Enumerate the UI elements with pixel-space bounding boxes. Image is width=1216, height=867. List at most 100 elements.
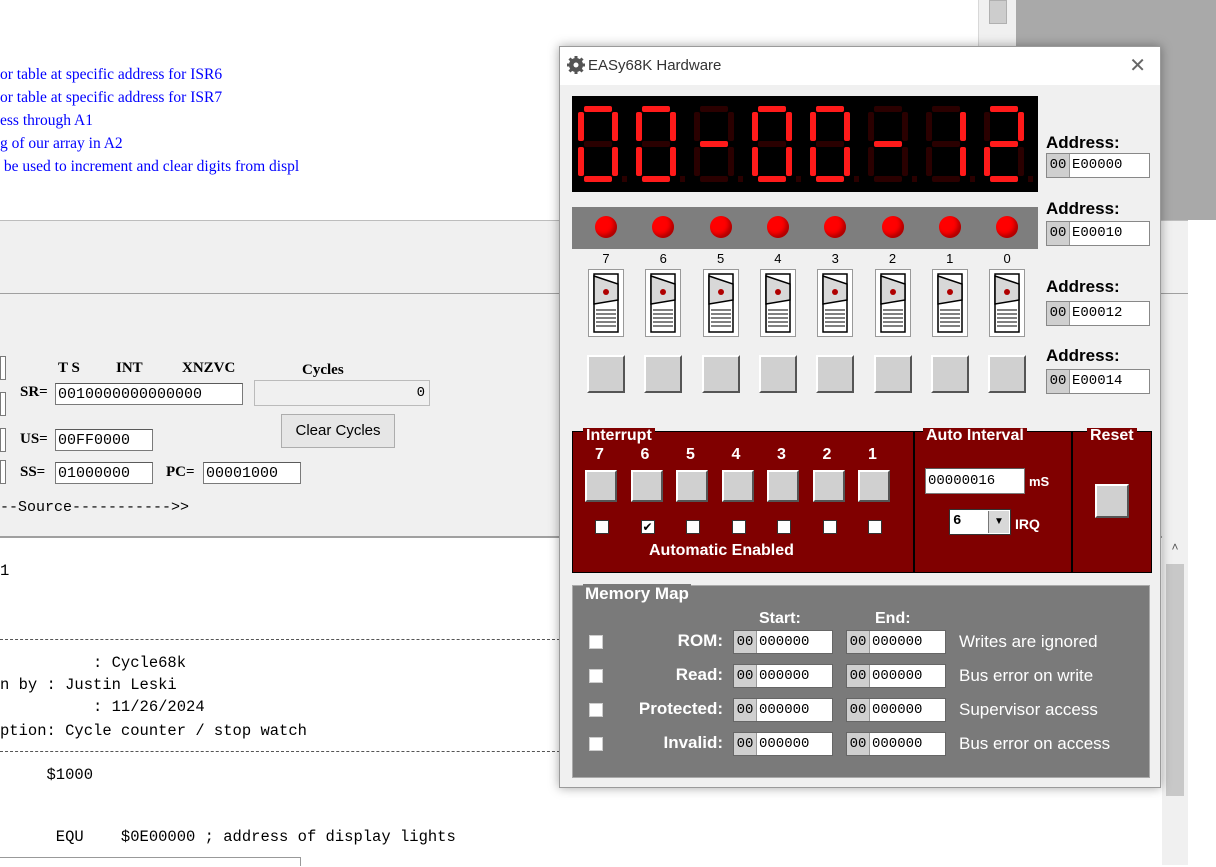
memory-checkbox[interactable] [589,703,603,717]
push-button[interactable] [701,355,740,393]
segment [636,147,642,176]
decimal-point [738,176,743,182]
scrollbar-thumb[interactable] [1166,564,1184,796]
memory-row-label: Read: [675,665,723,684]
interrupt-button[interactable] [676,470,708,502]
register-field[interactable] [0,356,6,380]
irq-select[interactable]: 6 ▼ [949,509,1011,535]
address-lo: 000000 [872,702,923,718]
switch-number: 1 [946,251,954,266]
memory-end-field[interactable]: 00 000000 [846,698,946,722]
interrupt-button[interactable] [630,470,663,502]
address-lo: E00012 [1072,305,1123,321]
segment [984,112,990,141]
interrupt-checkbox[interactable] [868,520,882,534]
push-button[interactable] [816,355,855,393]
interrupt-checkbox[interactable] [731,520,746,534]
switch-icon [879,273,906,333]
chevron-down-icon[interactable]: ▼ [988,511,1009,533]
clear-cycles-button[interactable]: Clear Cycles [281,414,395,448]
interrupt-button[interactable] [812,470,845,502]
memory-checkbox[interactable] [589,635,603,649]
switch-icon [822,273,848,333]
register-field[interactable] [0,428,6,452]
memory-end-field[interactable]: 00 000000 [846,630,946,654]
display-digit [636,106,685,182]
memory-row-label: ROM: [677,631,723,650]
memory-checkbox[interactable] [589,669,603,683]
scrollbar-thumb[interactable] [989,0,1007,24]
us-field[interactable]: 00FF0000 [55,429,153,451]
push-button[interactable] [988,355,1027,393]
sr-field[interactable]: 0010000000000000 [55,383,243,405]
address-lo: E00014 [1072,373,1123,389]
push-button[interactable] [930,355,969,393]
memory-start-field[interactable]: 00 000000 [733,732,833,756]
auto-interval-label: Auto Interval [923,428,1027,444]
interval-field[interactable]: 00000016 [925,468,1025,494]
title-bar[interactable]: EASy68K Hardware ✕ [560,47,1160,85]
separator [0,751,560,752]
address-field-switches[interactable]: 00 E00012 [1046,301,1150,326]
interrupt-checkbox[interactable] [822,520,837,534]
address-field-display[interactable]: 00 E00000 [1046,153,1150,178]
memory-start-field[interactable]: 00 000000 [733,630,833,654]
toggle-switch[interactable] [931,269,968,337]
push-button[interactable] [758,355,797,393]
ss-field[interactable]: 01000000 [55,462,153,484]
close-icon[interactable]: ✕ [1129,53,1146,77]
interrupt-button[interactable] [721,470,754,502]
toggle-switch[interactable] [874,269,911,337]
interrupt-checkbox[interactable] [686,520,700,534]
toggle-switch[interactable] [989,269,1026,337]
segment [932,176,960,182]
interrupt-checkbox[interactable] [777,520,791,534]
push-button[interactable] [644,355,683,393]
hardware-window: EASy68K Hardware ✕ Address: 00 E00000 Add… [559,46,1161,788]
interrupt-checkbox[interactable] [595,520,609,534]
segment [584,106,612,112]
segment [960,112,966,141]
toggle-switch[interactable] [759,269,796,337]
interrupt-button[interactable] [767,470,799,502]
push-button[interactable] [587,355,625,393]
segment [752,147,758,176]
source-line: n by : Justin Leski [0,676,177,694]
cycles-header: Cycles [302,362,344,378]
memory-map-label: Memory Map [583,584,691,604]
toggle-switch[interactable] [702,269,739,337]
led-light [996,216,1019,238]
pc-field[interactable]: 00001000 [203,462,301,484]
memory-end-field[interactable]: 00 000000 [846,732,946,756]
push-button[interactable] [873,355,912,393]
segment [990,106,1018,112]
memory-row-description: Bus error on write [959,666,1094,685]
scroll-up-icon[interactable]: ˄ [1162,540,1188,554]
reset-button[interactable] [1095,484,1129,518]
decimal-point [912,176,917,182]
memory-start-field[interactable]: 00 000000 [733,698,833,722]
register-field[interactable] [0,392,6,416]
display-digit [578,106,627,182]
switch-number: 5 [716,251,725,266]
interrupt-button[interactable] [858,470,890,502]
toggle-switch[interactable] [817,269,854,337]
memory-end-field[interactable]: 00 000000 [846,664,946,688]
interrupt-button[interactable] [585,470,617,502]
memory-checkbox[interactable] [589,737,603,751]
segment [932,106,960,112]
code-line: or table at specific address for ISR6 [0,66,223,83]
display-digit [868,106,917,182]
interrupt-checkbox[interactable]: ✔ [640,520,655,534]
toggle-switch[interactable] [588,269,624,337]
toggle-switch[interactable] [645,269,682,337]
register-field[interactable] [0,460,6,484]
segment [700,106,728,112]
address-field-buttons[interactable]: 00 E00014 [1046,369,1150,394]
address-field-leds[interactable]: 00 E00010 [1046,221,1150,246]
segment [728,147,734,176]
address-lo: 000000 [872,668,923,684]
source-scrollbar[interactable]: ˄ [1162,536,1188,865]
memory-start-field[interactable]: 00 000000 [733,664,833,688]
address-hi: 00 [847,665,870,687]
